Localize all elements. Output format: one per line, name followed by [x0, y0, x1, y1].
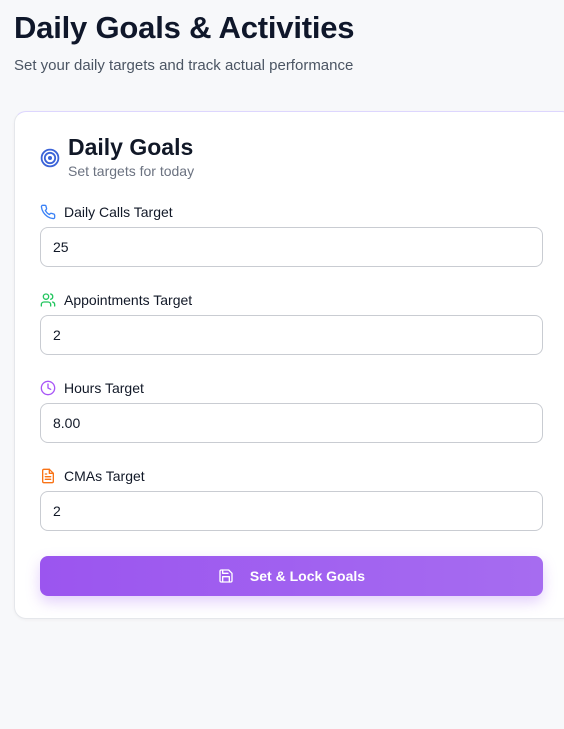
phone-icon [40, 204, 56, 220]
cmas-label: CMAs Target [40, 467, 543, 487]
cmas-label-text: CMAs Target [64, 468, 145, 484]
daily-calls-label: Daily Calls Target [40, 203, 543, 223]
daily-calls-field: Daily Calls Target [40, 203, 543, 267]
daily-calls-input[interactable] [40, 227, 543, 267]
daily-goals-card: Daily Goals Set targets for today Daily … [14, 111, 564, 619]
card-title: Daily Goals [68, 134, 194, 160]
set-lock-goals-button-content: Set & Lock Goals [40, 556, 543, 596]
appointments-field: Appointments Target [40, 291, 543, 355]
daily-calls-label-text: Daily Calls Target [64, 204, 173, 220]
hours-field: Hours Target [40, 379, 543, 443]
hours-label-text: Hours Target [64, 380, 144, 396]
set-lock-goals-button[interactable]: Set & Lock Goals [40, 556, 543, 596]
card-header: Daily Goals Set targets for today [40, 134, 440, 182]
page-subtitle: Set your daily targets and track actual … [14, 57, 354, 74]
hours-label: Hours Target [40, 379, 543, 399]
file-text-icon [42, 468, 54, 484]
save-icon [219, 569, 233, 583]
set-lock-goals-label: Set & Lock Goals [249, 568, 366, 584]
appointments-label-text: Appointments Target [64, 292, 193, 308]
daily-goals-page: Daily Goals & Activities Set your daily … [0, 0, 564, 729]
cmas-field: CMAs Target [40, 467, 543, 531]
appointments-label: Appointments Target [40, 291, 543, 311]
appointments-input[interactable] [40, 315, 543, 355]
hours-input[interactable] [40, 403, 543, 443]
users-icon [40, 293, 56, 307]
card-subtitle: Set targets for today [68, 163, 195, 179]
clock-icon [40, 380, 56, 396]
page-title: Daily Goals & Activities [14, 10, 355, 45]
target-icon [40, 148, 60, 168]
cmas-input[interactable] [40, 491, 543, 531]
